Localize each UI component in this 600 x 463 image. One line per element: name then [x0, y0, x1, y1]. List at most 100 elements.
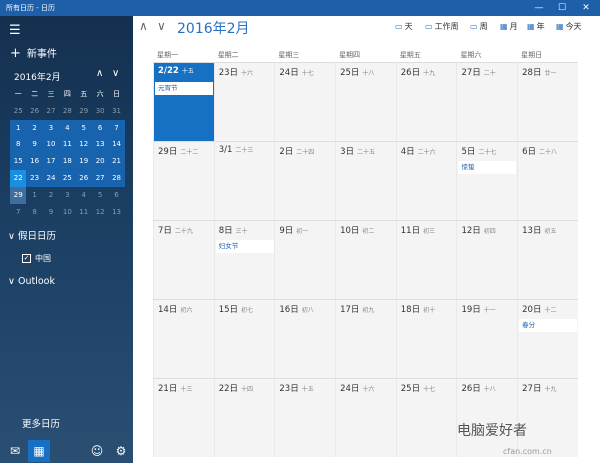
- holiday-event[interactable]: 妇女节: [215, 240, 274, 253]
- settings-gear-icon[interactable]: ⚙: [110, 440, 132, 462]
- next-month-chevron-down-icon[interactable]: ∨: [157, 19, 166, 33]
- mini-calendar-day[interactable]: 9: [26, 136, 43, 154]
- mini-calendar-day[interactable]: 28: [108, 169, 125, 187]
- calendar-day-cell[interactable]: 23日 十六: [213, 62, 275, 141]
- calendar-day-cell[interactable]: 11日 初三: [395, 220, 457, 299]
- calendar-day-cell[interactable]: 18日 初十: [395, 299, 457, 378]
- calendar-day-cell[interactable]: 3/1 二十三: [213, 141, 275, 220]
- mini-calendar-day[interactable]: 23: [26, 169, 43, 187]
- mini-calendar-day[interactable]: 4: [59, 119, 76, 137]
- mini-calendar-day[interactable]: 26: [26, 103, 42, 120]
- new-event-button[interactable]: + 新事件: [10, 45, 57, 61]
- more-calendars-link[interactable]: 更多日历: [22, 416, 60, 430]
- holiday-calendar-china[interactable]: ✓ 中国: [22, 253, 51, 264]
- mini-calendar-day[interactable]: 13: [108, 204, 124, 221]
- view-week-button[interactable]: ▭ 周: [470, 21, 488, 32]
- mini-calendar-day[interactable]: 24: [42, 169, 60, 187]
- holiday-calendar-section[interactable]: ∨ 假日日历: [8, 228, 56, 242]
- mini-calendar-day[interactable]: 28: [59, 103, 75, 120]
- mini-calendar-day[interactable]: 7: [108, 119, 125, 137]
- calendar-day-cell[interactable]: 22日 十四: [213, 378, 275, 457]
- hamburger-menu-icon[interactable]: ☰: [9, 24, 21, 37]
- mini-calendar-day[interactable]: 21: [108, 153, 125, 170]
- mini-calendar-day[interactable]: 30: [92, 103, 108, 120]
- mini-calendar-day[interactable]: 25: [59, 169, 76, 187]
- chevron-down-icon[interactable]: ∨: [112, 68, 119, 79]
- holiday-event[interactable]: 春分: [519, 319, 578, 332]
- calendar-day-cell[interactable]: 21日 十三: [153, 378, 214, 457]
- calendar-day-cell[interactable]: 2日 二十四: [274, 141, 336, 220]
- checkbox-checked-icon[interactable]: ✓: [22, 254, 31, 263]
- calendar-day-cell[interactable]: 5日 二十七 惊蛰: [456, 141, 518, 220]
- calendar-day-cell[interactable]: 23日 十五: [274, 378, 336, 457]
- mini-calendar-day[interactable]: 1: [26, 187, 42, 204]
- mini-calendar-day[interactable]: 17: [42, 153, 60, 170]
- calendar-day-cell[interactable]: 17日 初九: [335, 299, 396, 378]
- calendar-day-cell[interactable]: 4日 二十六: [395, 141, 457, 220]
- calendar-day-cell[interactable]: 13日 初五: [517, 220, 578, 299]
- mini-calendar-day[interactable]: 14: [108, 136, 125, 154]
- mini-calendar-day[interactable]: 18: [59, 153, 76, 170]
- calendar-day-cell[interactable]: 24日 十七: [274, 62, 336, 141]
- mini-calendar-day[interactable]: 12: [92, 204, 108, 221]
- mini-calendar-day[interactable]: 6: [108, 187, 124, 204]
- mini-calendar-day[interactable]: 29: [10, 186, 27, 204]
- calendar-day-cell[interactable]: 10日 初二: [335, 220, 396, 299]
- calendar-day-cell[interactable]: 14日 初六: [153, 299, 214, 378]
- calendar-day-cell[interactable]: 12日 初四: [456, 220, 518, 299]
- mini-calendar-day[interactable]: 10: [42, 136, 60, 154]
- mini-calendar-day[interactable]: 29: [76, 103, 92, 120]
- mini-calendar-day[interactable]: 22: [10, 169, 27, 187]
- mini-calendar-day[interactable]: 1: [10, 119, 27, 137]
- calendar-day-cell[interactable]: 15日 初七: [213, 299, 275, 378]
- calendar-day-cell[interactable]: 24日 十六: [335, 378, 396, 457]
- mini-calendar-day[interactable]: 10: [59, 204, 75, 221]
- feedback-smiley-icon[interactable]: ☺: [86, 440, 108, 462]
- mail-icon[interactable]: ✉: [4, 440, 26, 462]
- calendar-day-cell[interactable]: 16日 初八: [274, 299, 336, 378]
- mini-calendar-day[interactable]: 15: [10, 153, 27, 170]
- view-workweek-button[interactable]: ▭ 工作周: [425, 21, 459, 32]
- calendar-day-cell[interactable]: 25日 十八: [335, 62, 396, 141]
- calendar-day-cell[interactable]: 27日 十九: [517, 378, 578, 457]
- mini-calendar-day[interactable]: 12: [75, 136, 92, 154]
- mini-calendar-day[interactable]: 2: [43, 187, 59, 204]
- calendar-day-cell[interactable]: 8日 三十 妇女节: [213, 220, 275, 299]
- view-day-button[interactable]: ▭ 天: [395, 21, 413, 32]
- calendar-day-cell[interactable]: 29日 二十二: [153, 141, 214, 220]
- mini-calendar-day[interactable]: 27: [43, 103, 59, 120]
- calendar-day-cell[interactable]: 9日 初一: [274, 220, 336, 299]
- view-year-button[interactable]: ▦ 年: [527, 21, 545, 32]
- calendar-day-cell[interactable]: 26日 十九: [395, 62, 457, 141]
- mini-calendar-day[interactable]: 27: [91, 169, 109, 187]
- holiday-event[interactable]: 惊蛰: [458, 161, 517, 174]
- mini-calendar-day[interactable]: 9: [43, 204, 59, 221]
- mini-calendar-day[interactable]: 4: [76, 187, 92, 204]
- previous-month-chevron-up-icon[interactable]: ∧: [139, 19, 148, 33]
- calendar-day-cell[interactable]: 3日 二十五: [335, 141, 396, 220]
- mini-calendar-day[interactable]: 25: [10, 103, 26, 120]
- mini-calendar-day[interactable]: 7: [10, 204, 26, 221]
- calendar-icon[interactable]: ▦: [28, 440, 50, 462]
- view-month-button[interactable]: ▦ 月: [500, 21, 518, 32]
- mini-calendar-day[interactable]: 8: [26, 204, 42, 221]
- holiday-event[interactable]: 元宵节: [155, 82, 213, 95]
- calendar-day-cell[interactable]: 26日 十八: [456, 378, 518, 457]
- calendar-day-cell[interactable]: 6日 二十八: [517, 141, 578, 220]
- mini-calendar-day[interactable]: 26: [75, 169, 92, 187]
- mini-calendar-day[interactable]: 6: [91, 119, 109, 137]
- mini-calendar-day[interactable]: 11: [76, 204, 92, 221]
- calendar-day-cell[interactable]: 19日 十一: [456, 299, 518, 378]
- minimize-button[interactable]: —: [528, 0, 550, 16]
- mini-calendar-day[interactable]: 16: [26, 153, 43, 170]
- mini-calendar-day[interactable]: 19: [75, 153, 92, 170]
- maximize-button[interactable]: ☐: [551, 0, 573, 16]
- close-button[interactable]: ✕: [575, 0, 597, 16]
- mini-calendar-day[interactable]: 8: [10, 136, 27, 154]
- today-button[interactable]: ▦ 今天: [556, 21, 582, 32]
- calendar-day-cell[interactable]: 7日 二十九: [153, 220, 214, 299]
- calendar-day-cell[interactable]: 28日 廿一: [517, 62, 578, 141]
- mini-calendar-day[interactable]: 3: [42, 119, 60, 137]
- outlook-section[interactable]: ∨ Outlook: [8, 276, 55, 287]
- mini-calendar-day[interactable]: 5: [92, 187, 108, 204]
